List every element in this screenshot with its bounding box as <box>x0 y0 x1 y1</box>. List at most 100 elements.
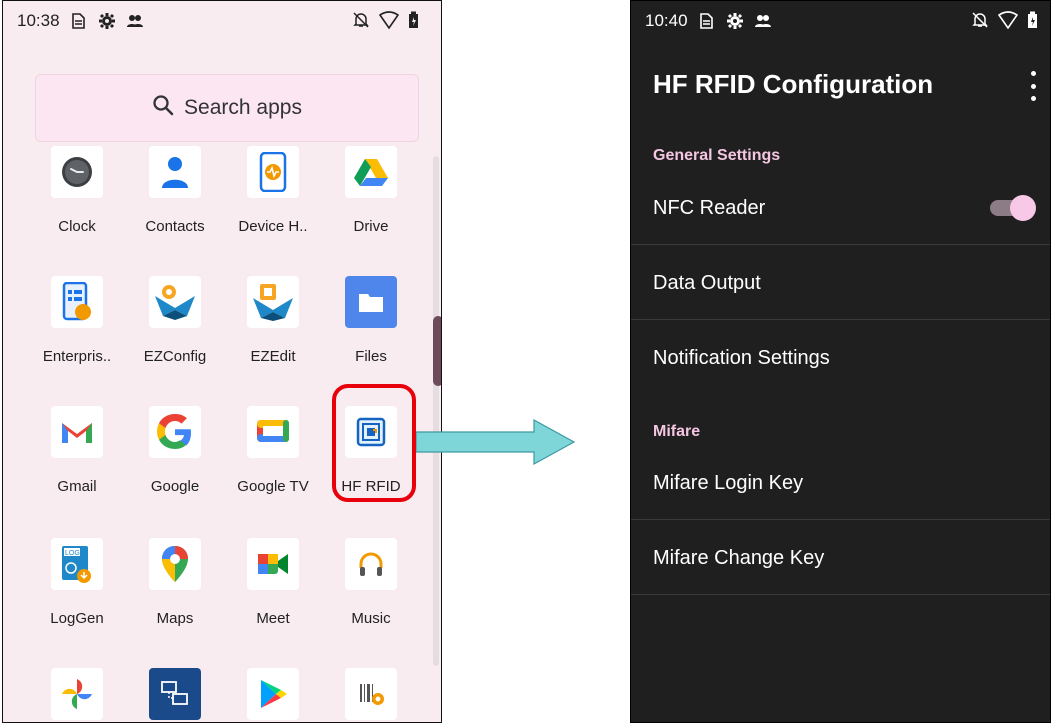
gear-icon <box>726 12 744 30</box>
app-label: EZConfig <box>143 348 207 365</box>
overflow-menu-icon[interactable] <box>1028 71 1038 101</box>
section-header-general-settings: General Settings <box>653 147 781 164</box>
maps-icon <box>149 538 201 590</box>
app-clock[interactable]: Clock <box>27 146 127 235</box>
app-label: LogGen <box>50 610 104 627</box>
divider <box>631 594 1050 595</box>
app-ezconfig[interactable]: EZConfig <box>125 276 225 365</box>
app-device-health[interactable]: Device H.. <box>223 146 323 235</box>
app-label: Google TV <box>237 478 309 495</box>
app-label: Google <box>150 478 200 495</box>
svg-text:LOG: LOG <box>65 550 80 557</box>
sim-icon <box>70 12 86 30</box>
search-apps-bar[interactable]: Search apps <box>35 74 419 142</box>
toggle-thumb <box>1010 195 1036 221</box>
app-contacts[interactable]: Contacts <box>125 146 225 235</box>
status-bar: 10:38 <box>3 1 441 41</box>
status-time: 10:40 <box>645 11 688 30</box>
app-photos[interactable] <box>27 668 127 720</box>
app-play-store[interactable] <box>223 668 323 720</box>
google-tv-icon <box>247 406 299 458</box>
setting-notification-settings[interactable]: Notification Settings <box>631 321 1050 395</box>
wifi-icon <box>378 11 400 34</box>
battery-icon <box>408 11 419 34</box>
files-icon <box>345 276 397 328</box>
divider <box>631 319 1050 320</box>
status-right <box>352 11 419 34</box>
status-bar: 10:40 <box>631 1 1050 41</box>
barcode-icon <box>345 668 397 720</box>
device-health-icon <box>247 146 299 198</box>
play-store-icon <box>247 668 299 720</box>
drive-icon <box>345 146 397 198</box>
app-drive[interactable]: Drive <box>321 146 421 235</box>
search-icon <box>152 94 184 122</box>
setting-label: Mifare Change Key <box>653 546 825 569</box>
setting-label: NFC Reader <box>653 196 766 219</box>
setting-mifare-change-key[interactable]: Mifare Change Key <box>631 521 1050 595</box>
app-label: Meet <box>256 610 290 627</box>
mute-bell-icon <box>971 11 989 34</box>
app-google-tv[interactable]: Google TV <box>223 406 323 495</box>
app-meet[interactable]: Meet <box>223 538 323 627</box>
status-right <box>971 11 1038 34</box>
app-label: Files <box>355 348 387 365</box>
photos-icon <box>51 668 103 720</box>
setting-label: Notification Settings <box>653 346 830 369</box>
mute-bell-icon <box>352 11 370 34</box>
meet-icon <box>247 538 299 590</box>
setting-label: Data Output <box>653 271 761 294</box>
app-files[interactable]: Files <box>321 276 421 365</box>
gear-icon <box>98 12 116 30</box>
setting-mifare-login-key[interactable]: Mifare Login Key <box>631 446 1050 520</box>
google-icon <box>149 406 201 458</box>
ezedit-icon <box>247 276 299 328</box>
page-title: HF RFID Configuration <box>653 69 934 99</box>
app-label: Clock <box>58 218 96 235</box>
status-time: 10:38 <box>17 11 60 30</box>
app-label: Music <box>351 610 391 627</box>
app-label: EZEdit <box>250 348 296 365</box>
hf-rfid-highlight-box <box>332 384 416 502</box>
setting-nfc-reader[interactable]: NFC Reader <box>631 171 1050 245</box>
scrollbar-thumb[interactable] <box>433 316 441 386</box>
sim-icon <box>698 12 714 30</box>
app-music[interactable]: Music <box>321 538 421 627</box>
contacts-icon <box>149 146 201 198</box>
divider <box>631 244 1050 245</box>
hf-rfid-config-screen: 10:40 HF RFID Configuration General Sett… <box>630 0 1051 723</box>
app-label: Drive <box>353 218 389 235</box>
app-ezedit[interactable]: EZEdit <box>223 276 323 365</box>
section-header-mifare: Mifare <box>653 423 701 440</box>
app-maps[interactable]: Maps <box>125 538 225 627</box>
app-enterprise[interactable]: Enterpris.. <box>27 276 127 365</box>
group-icon <box>126 13 144 29</box>
app-barcode[interactable] <box>321 668 421 720</box>
clock-icon <box>51 146 103 198</box>
scrollbar-track[interactable] <box>433 156 439 666</box>
group-icon <box>754 13 772 29</box>
app-label: Contacts <box>145 218 205 235</box>
app-remote-desktop[interactable] <box>125 668 225 720</box>
enterprise-icon <box>51 276 103 328</box>
app-gmail[interactable]: Gmail <box>27 406 127 495</box>
arrow-right-icon <box>416 418 576 466</box>
music-icon <box>345 538 397 590</box>
app-label: Enterpris.. <box>42 348 112 365</box>
divider <box>631 519 1050 520</box>
setting-data-output[interactable]: Data Output <box>631 246 1050 320</box>
setting-label: Mifare Login Key <box>653 471 804 494</box>
search-placeholder: Search apps <box>184 96 302 119</box>
wifi-icon <box>997 11 1019 34</box>
battery-icon <box>1027 11 1038 34</box>
app-google[interactable]: Google <box>125 406 225 495</box>
gmail-icon <box>51 406 103 458</box>
app-drawer-screen: 10:38 Search apps Clock Contacts Device … <box>2 0 442 723</box>
app-loggen[interactable]: LOG LogGen <box>27 538 127 627</box>
nfc-reader-toggle[interactable] <box>990 195 1036 221</box>
app-label: Device H.. <box>238 218 308 235</box>
remote-desktop-icon <box>149 668 201 720</box>
ezconfig-icon <box>149 276 201 328</box>
app-label: Maps <box>156 610 194 627</box>
app-label: Gmail <box>57 478 97 495</box>
